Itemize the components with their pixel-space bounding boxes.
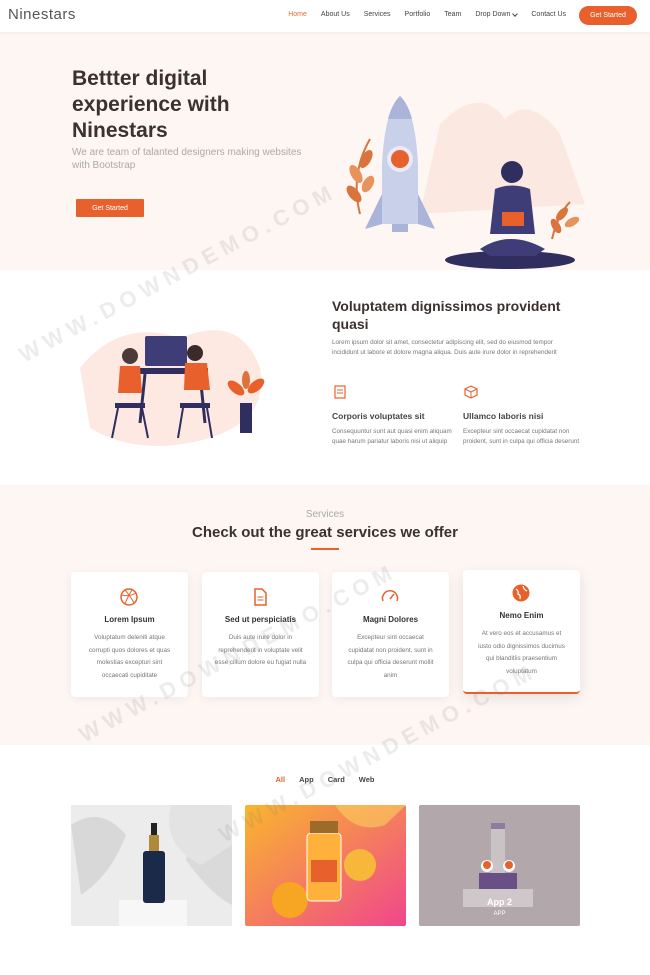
speedometer-icon [381, 590, 399, 602]
portfolio-item[interactable] [71, 805, 232, 926]
header-get-started-button[interactable]: Get Started [579, 6, 637, 25]
nav-home[interactable]: Home [288, 11, 307, 18]
service-title: Nemo Enim [499, 611, 544, 620]
tube-product-image [419, 805, 580, 926]
portfolio-section: All App Card Web App 2 APP [0, 745, 650, 975]
portfolio-item[interactable] [245, 805, 406, 926]
filter-all[interactable]: All [276, 775, 286, 784]
serum-bottle-image [71, 805, 232, 926]
portfolio-item-title: App 2 [486, 897, 512, 907]
service-card[interactable]: Lorem Ipsum Voluptatum deleniti atque co… [71, 572, 188, 697]
hero-section: Bettter digital experience with Ninestar… [0, 32, 650, 270]
portfolio-item-hover[interactable]: App 2 APP [419, 805, 580, 926]
feature-text: Consequuntur sunt aut quasi enim aliquam… [332, 428, 452, 445]
service-text: At vero eos et accusamus et iusto odio d… [478, 630, 565, 675]
service-title: Lorem Ipsum [104, 615, 155, 624]
chevron-down-icon [512, 10, 519, 17]
title-underline [311, 548, 339, 550]
site-header: Ninestars Home About Us Services Portfol… [0, 0, 650, 32]
nav-services[interactable]: Services [364, 11, 391, 18]
feature-item: Ullamco laboris nisi Excepteur sint occa… [463, 384, 588, 446]
hero-subtitle: We are team of talanted designers making… [72, 147, 302, 171]
service-text: Duis aute irure dolor in reprehenderit i… [214, 634, 307, 666]
portfolio-filters: All App Card Web [0, 775, 650, 784]
service-text: Voluptatum deleniti atque corrupti quos … [88, 634, 171, 679]
service-card-active[interactable]: Nemo Enim At vero eos et accusamus et iu… [463, 570, 580, 694]
services-kicker: Services [305, 509, 345, 520]
nav-dropdown-label: Drop Down [475, 11, 511, 18]
services-section: Services Check out the great services we… [0, 485, 650, 745]
juice-bottle-image [245, 805, 406, 926]
hero-title: Bettter digital experience with Ninestar… [72, 67, 230, 142]
link-icon[interactable] [505, 861, 513, 869]
about-section: Voluptatem dignissimos provident quasi L… [0, 270, 650, 485]
dribbble-icon [120, 588, 138, 606]
site-logo[interactable]: Ninestars [8, 6, 76, 23]
plus-icon[interactable] [483, 861, 491, 869]
cube-icon [464, 385, 478, 399]
nav-portfolio[interactable]: Portfolio [405, 11, 431, 18]
file-icon [254, 588, 267, 606]
about-title: Voluptatem dignissimos provident quasi [332, 298, 561, 332]
feature-text: Excepteur sint occaecat cupidatat non pr… [463, 428, 580, 445]
filter-web[interactable]: Web [359, 775, 375, 784]
about-illustration [80, 330, 265, 446]
service-card[interactable]: Magni Dolores Excepteur sint occaecat cu… [332, 572, 449, 697]
nav-dropdown[interactable]: Drop Down [475, 10, 519, 18]
service-title: Magni Dolores [362, 615, 419, 624]
nav-team[interactable]: Team [444, 11, 461, 18]
globe-icon [512, 584, 530, 602]
service-card[interactable]: Sed ut perspiciatis Duis aute irure dolo… [202, 572, 319, 697]
hero-illustration [346, 96, 585, 269]
feature-item: Corporis voluptates sit Consequuntur sun… [332, 384, 457, 446]
services-title: Check out the great services we offer [192, 524, 458, 541]
hero-get-started-button[interactable]: Get Started [76, 199, 144, 217]
nav-contact[interactable]: Contact Us [531, 11, 566, 18]
about-text: Lorem ipsum dolor sit amet, consectetur … [332, 339, 557, 356]
nav-about[interactable]: About Us [321, 11, 350, 18]
service-title: Sed ut perspiciatis [224, 615, 297, 624]
main-nav: Home About Us Services Portfolio Team Dr… [274, 10, 566, 18]
filter-app[interactable]: App [299, 775, 314, 784]
feature-title: Corporis voluptates sit [332, 411, 425, 421]
feature-title: Ullamco laboris nisi [463, 411, 544, 421]
portfolio-item-category: APP [493, 911, 506, 917]
service-text: Excepteur sint occaecat cupidatat non pr… [347, 634, 434, 679]
filter-card[interactable]: Card [328, 775, 345, 784]
receipt-icon [334, 385, 346, 399]
